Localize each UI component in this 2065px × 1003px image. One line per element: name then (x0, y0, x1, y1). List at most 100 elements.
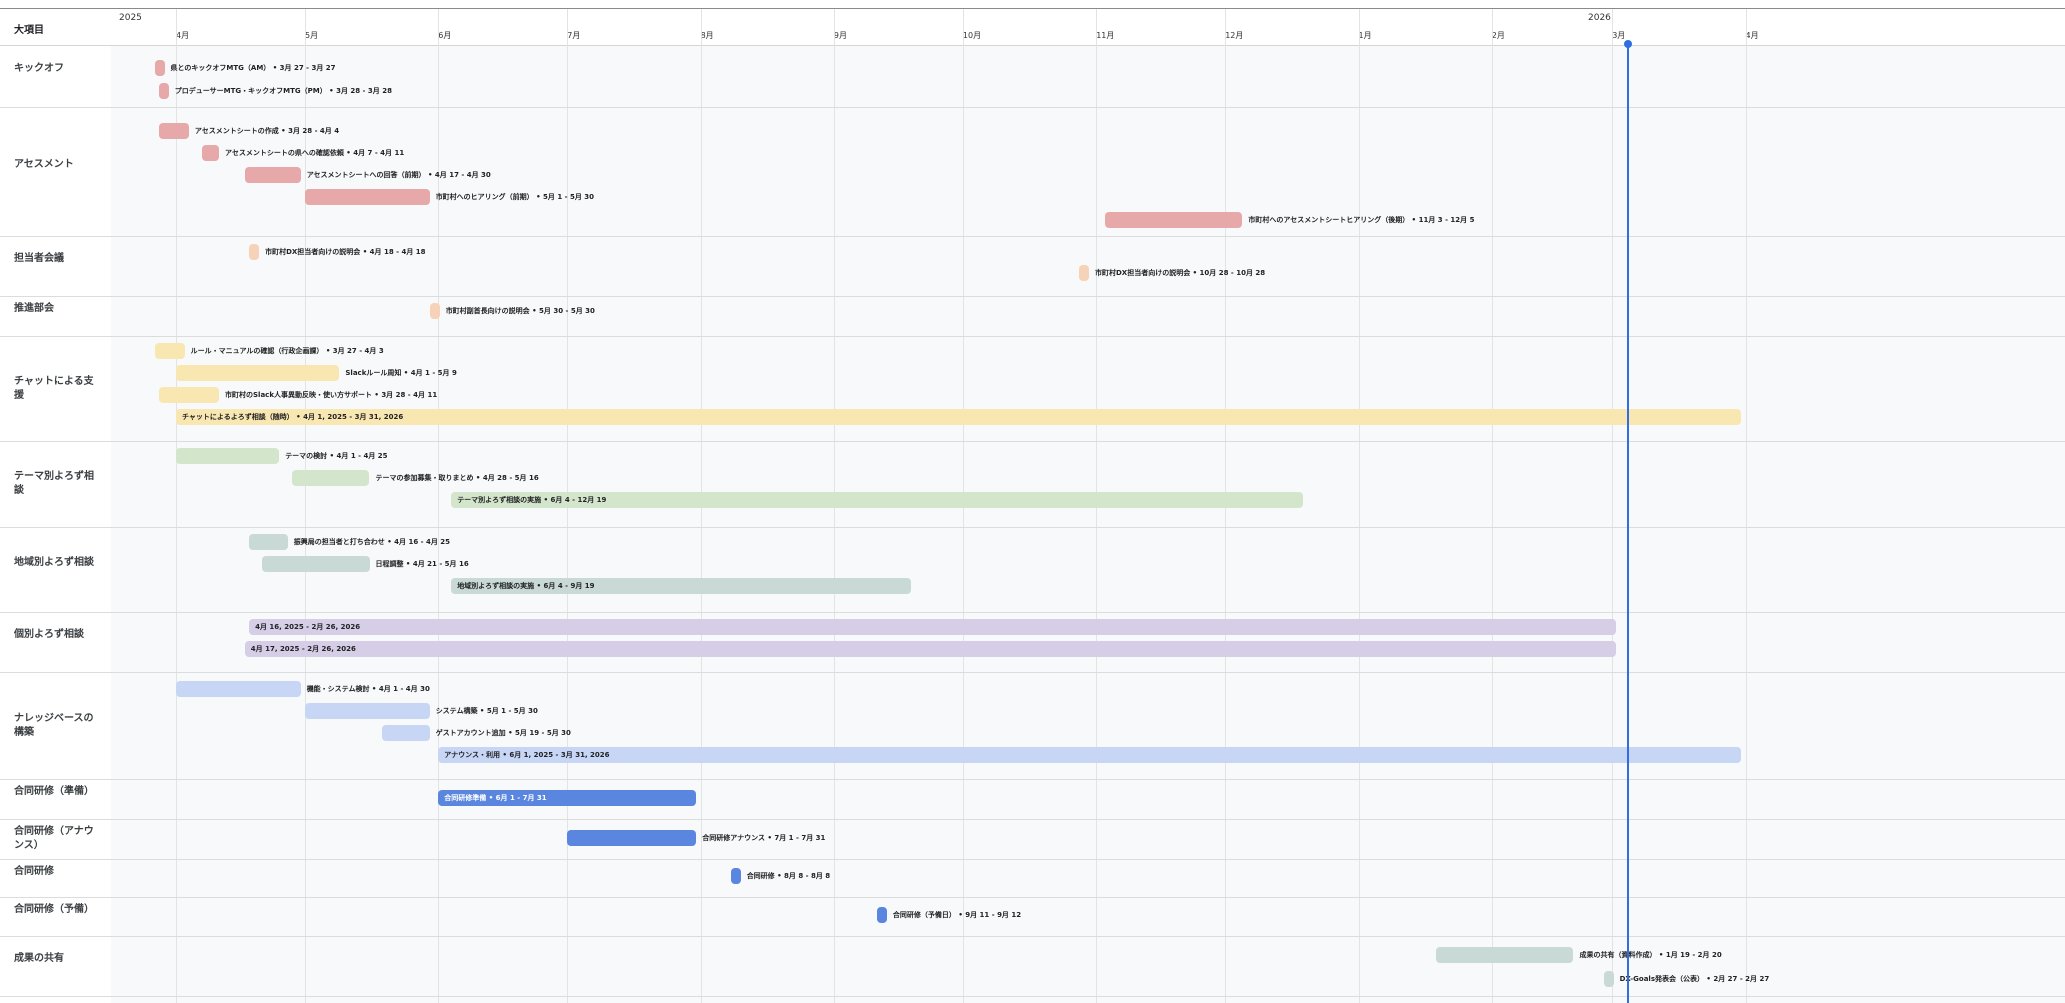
group-label: 個別よろず相談 (14, 629, 84, 640)
month-label: 2月 (1491, 31, 1505, 40)
group-label: 担当者会議 (14, 253, 64, 264)
group-label: チャットによる支援 (14, 375, 94, 401)
task-bar[interactable] (244, 641, 1617, 657)
task-label: 4月 16, 2025 - 2月 26, 2026 (255, 623, 361, 631)
task-bar[interactable] (567, 830, 697, 846)
task-bar[interactable] (201, 145, 219, 161)
task-bar[interactable] (176, 448, 280, 464)
month-label: 8月 (700, 31, 714, 40)
task-label: 市町村へのアセスメントシートヒアリング（後期） • 11月 3 - 12月 5 (1248, 216, 1475, 224)
month-label: 10月 (962, 31, 982, 40)
task-label: 成果の共有（資料作成） • 1月 19 - 2月 20 (1579, 951, 1722, 959)
task-bar[interactable] (158, 387, 219, 403)
task-label: 地域別よろず相談の実施 • 6月 4 - 9月 19 (457, 582, 595, 590)
group-label: 推進部会 (14, 303, 54, 314)
task-label: プロデューサーMTG・キックオフMTG（PM） • 3月 28 - 3月 28 (174, 87, 392, 95)
category-column-header: 大項目 (14, 25, 44, 36)
month-label: 9月 (833, 31, 847, 40)
task-bar[interactable] (176, 409, 1742, 425)
task-label: 合同研修アナウンス • 7月 1 - 7月 31 (702, 834, 826, 842)
task-bar[interactable] (249, 244, 260, 260)
task-bar[interactable] (249, 619, 1617, 635)
group-label: 合同研修（予備） (14, 904, 94, 915)
group-label: キックオフ (14, 63, 64, 74)
task-bar[interactable] (244, 167, 301, 183)
group-row: 合同研修（予備） (0, 897, 2065, 937)
task-bar[interactable] (292, 470, 370, 486)
group-label: 合同研修 (14, 866, 54, 877)
task-bar[interactable] (305, 189, 430, 205)
month-label: 12月 (1225, 31, 1244, 40)
task-label: ゲストアカウント追加 • 5月 19 - 5月 30 (435, 729, 571, 737)
month-label: 6月 (438, 31, 452, 40)
task-label: テーマ別よろず相談の実施 • 6月 4 - 12月 19 (457, 496, 607, 504)
group-label: 合同研修（準備） (14, 786, 94, 797)
task-bar[interactable] (1435, 947, 1574, 963)
task-label: DX-Goals発表会（公表） • 2月 27 - 2月 27 (1619, 975, 1770, 983)
task-label: ルール・マニュアルの確認（行政企画課） • 3月 27 - 4月 3 (190, 347, 384, 355)
month-label: 1月 (1358, 31, 1372, 40)
year-label-2026: 2026 (1588, 13, 1611, 23)
task-bar[interactable] (176, 681, 301, 697)
task-label: 市町村へのヒアリング（前期） • 5月 1 - 5月 30 (435, 193, 595, 201)
task-label: システム構築 • 5月 1 - 5月 30 (435, 707, 538, 715)
task-bar[interactable] (1603, 971, 1614, 987)
task-bar[interactable] (382, 725, 430, 741)
task-bar[interactable] (1079, 265, 1089, 281)
task-label: 日程調整 • 4月 21 - 5月 16 (375, 560, 469, 568)
group-row: 合同研修 (0, 859, 2065, 898)
task-bar[interactable] (429, 303, 440, 319)
task-label: アナウンス・利用 • 6月 1, 2025 - 3月 31, 2026 (444, 751, 610, 759)
group-row: 合同研修（アナウンス） (0, 819, 2065, 860)
task-label: 振興局の担当者と打ち合わせ • 4月 16 - 4月 25 (293, 538, 451, 546)
month-label: 3月 (1612, 31, 1626, 40)
task-label: 合同研修（予備日） • 9月 11 - 9月 12 (892, 911, 1022, 919)
task-label: 市町村DX担当者向けの説明会 • 10月 28 - 10月 28 (1095, 269, 1266, 277)
task-label: テーマの検討 • 4月 1 - 4月 25 (285, 452, 388, 460)
task-bar[interactable] (154, 343, 185, 359)
task-bar[interactable] (262, 556, 370, 572)
task-label: アセスメントシートへの回答（前期） • 4月 17 - 4月 30 (306, 171, 491, 179)
task-bar[interactable] (249, 534, 288, 550)
task-bar[interactable] (176, 365, 340, 381)
task-label: 市町村のSlack人事異動反映・使い方サポート • 3月 28 - 4月 11 (225, 391, 438, 399)
today-marker (1624, 40, 1632, 48)
task-label: 機能・システム検討 • 4月 1 - 4月 30 (306, 685, 430, 693)
group-label: 地域別よろず相談 (14, 556, 94, 568)
task-label: Slackルール周知 • 4月 1 - 5月 9 (345, 369, 457, 377)
task-bar[interactable] (305, 703, 430, 719)
task-bar[interactable] (1104, 212, 1243, 228)
month-label: 7月 (567, 31, 581, 40)
task-bar[interactable] (438, 747, 1742, 763)
group-row: 推進部会 (0, 296, 2065, 337)
task-label: テーマの参加募集・取りまとめ • 4月 28 - 5月 16 (375, 474, 539, 482)
task-label: 合同研修 • 8月 8 - 8月 8 (746, 872, 831, 880)
year-label-2025: 2025 (119, 13, 142, 23)
task-label: 市町村副首長向けの説明会 • 5月 30 - 5月 30 (445, 307, 595, 315)
task-bar[interactable] (158, 123, 189, 139)
group-label: 成果の共有 (14, 953, 64, 964)
group-label: テーマ別よろず相談 (14, 471, 94, 496)
group-label: 合同研修（アナウンス） (14, 826, 94, 851)
month-label: 11月 (1096, 31, 1115, 40)
group-row: 成果の共有 (0, 936, 2065, 997)
today-line (1627, 45, 1629, 1003)
task-label: 合同研修準備 • 6月 1 - 7月 31 (444, 794, 547, 802)
task-label: チャットによるよろず相談（随時） • 4月 1, 2025 - 3月 31, 2… (182, 413, 404, 421)
month-label: 4月 (176, 31, 190, 40)
task-bar[interactable] (158, 83, 169, 99)
month-label: 5月 (305, 31, 319, 40)
group-label: ナレッジベースの構築 (14, 712, 94, 738)
task-label: 県とのキックオフMTG（AM） • 3月 27 - 3月 27 (170, 64, 336, 72)
task-label: 市町村DX担当者向けの説明会 • 4月 18 - 4月 18 (265, 248, 426, 256)
month-label: 4月 (1745, 31, 1759, 40)
task-label: アセスメントシートの作成 • 3月 28 - 4月 4 (194, 127, 340, 135)
task-bar[interactable] (876, 907, 887, 923)
group-label: アセスメント (14, 158, 74, 170)
task-label: アセスメントシートの県への確認依頼 • 4月 7 - 4月 11 (225, 149, 405, 157)
timeline-header: 大項目 2025 2026 4月 5月 6月 7月 8月 9月 10月 11月 12月 1月 2月 3… (0, 9, 2065, 46)
task-label: 4月 17, 2025 - 2月 26, 2026 (250, 645, 356, 653)
group-row: 合同研修（準備） (0, 779, 2065, 820)
task-bar[interactable] (730, 868, 741, 884)
task-bar[interactable] (154, 60, 165, 76)
